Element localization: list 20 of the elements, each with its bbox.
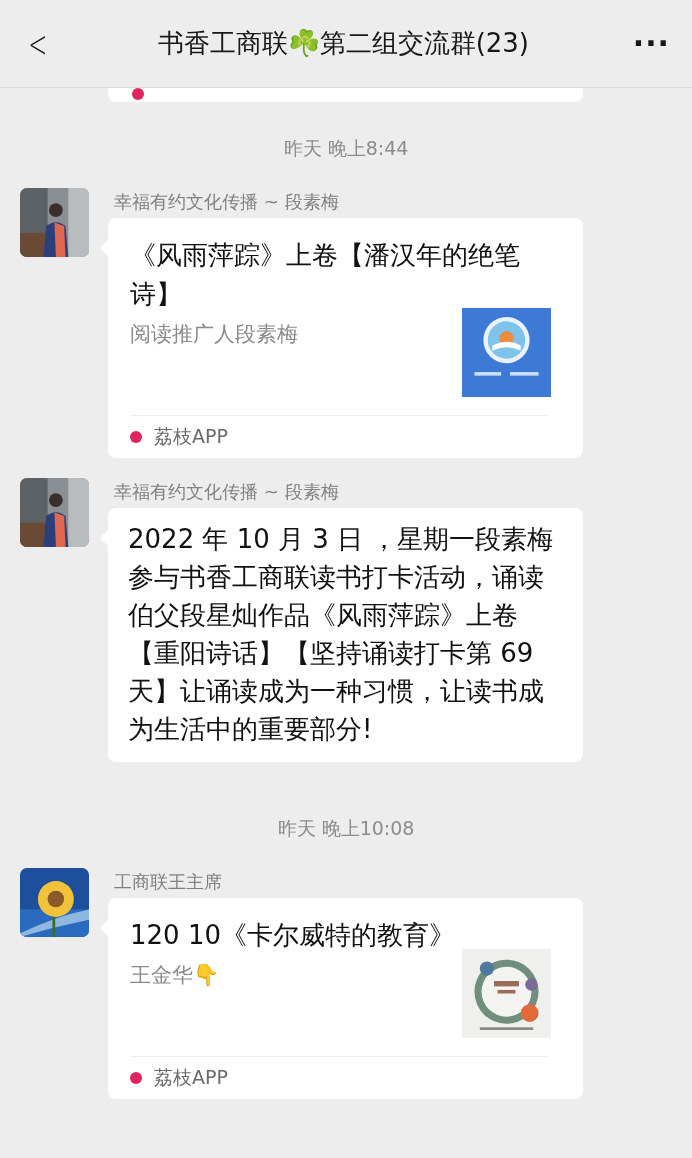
more-button[interactable]: ···: [632, 26, 670, 61]
link-card[interactable]: 《风雨萍踪》上卷【潘汉年的绝笔诗】 阅读推广人段素梅 荔枝APP: [108, 218, 583, 458]
back-button[interactable]: <: [28, 21, 48, 66]
source-name: 荔枝APP: [154, 1065, 228, 1090]
message-text: 2022 年 10 月 3 日 ，星期一段素梅参与书香工商联读书打卡活动，诵读伯父段星灿作品《风雨萍踪》上卷【重阳诗话】【坚持诵读打卡第 69 天】让诵读成为一种习惯，让读书成为生活中的重要部分!: [108, 508, 583, 762]
source-name: 荔枝APP: [154, 424, 228, 449]
link-card[interactable]: 120 10《卡尔威特的教育》 王金华👇 荔枝APP: [108, 898, 583, 1099]
chat-title: 书香工商联☘第二组交流群(23): [157, 27, 529, 60]
source-icon: [130, 1072, 142, 1084]
source-icon: [130, 431, 142, 443]
source-icon: [132, 88, 144, 100]
sender-name: 幸福有约文化传播 ~ 段素梅: [114, 190, 340, 214]
card-description: 阅读推广人段素梅: [130, 321, 298, 348]
sender-name: 幸福有约文化传播 ~ 段素梅: [114, 480, 340, 504]
sender-name: 工商联王主席: [114, 870, 223, 894]
card-title: 《风雨萍踪》上卷【潘汉年的绝笔诗】: [130, 239, 521, 311]
timestamp: 昨天 晚上8:44: [283, 136, 409, 161]
card-description: 王金华👇: [130, 962, 219, 989]
card-title: 120 10《卡尔威特的教育》: [130, 919, 456, 952]
timestamp: 昨天 晚上10:08: [277, 816, 415, 841]
